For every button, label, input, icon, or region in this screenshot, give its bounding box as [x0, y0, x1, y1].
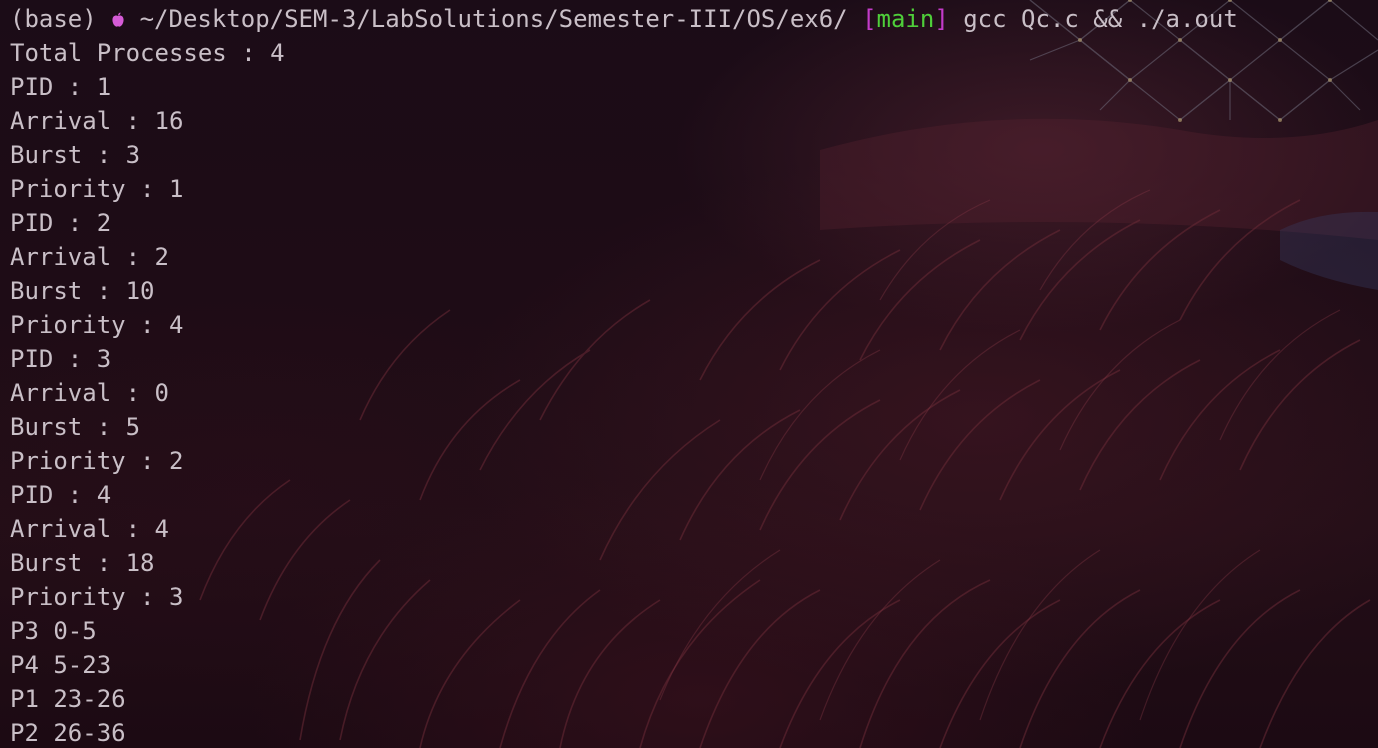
output-line: P2 26-36 [10, 719, 126, 747]
output-line: Burst : 3 [10, 141, 141, 169]
git-branch: main [876, 5, 935, 33]
output-line: Arrival : 2 [10, 243, 169, 271]
output-line: Arrival : 4 [10, 515, 169, 543]
output-line: Priority : 3 [10, 583, 184, 611]
output-line: Arrival : 16 [10, 107, 184, 135]
shell-prompt-line: (base) ~/Desktop/SEM-3/LabSolutions/Seme… [10, 2, 1368, 36]
output-line: PID : 2 [10, 209, 112, 237]
conda-env: (base) [10, 5, 97, 33]
output-line: PID : 4 [10, 481, 112, 509]
output-line: P1 23-26 [10, 685, 126, 713]
apple-icon [111, 5, 125, 33]
current-path: ~/Desktop/SEM-3/LabSolutions/Semester-II… [139, 5, 848, 33]
output-line: Total Processes : 4 [10, 39, 285, 67]
output-line: Arrival : 0 [10, 379, 169, 407]
output-line: PID : 3 [10, 345, 112, 373]
branch-bracket-open: [ [862, 5, 877, 33]
output-line: PID : 1 [10, 73, 112, 101]
terminal-output: (base) ~/Desktop/SEM-3/LabSolutions/Seme… [10, 2, 1368, 748]
output-line: Burst : 5 [10, 413, 141, 441]
output-line: Priority : 4 [10, 311, 184, 339]
output-line: Priority : 1 [10, 175, 184, 203]
output-line: Burst : 18 [10, 549, 155, 577]
branch-bracket-close: ] [934, 5, 949, 33]
output-line: Burst : 10 [10, 277, 155, 305]
command-text: gcc Qc.c && ./a.out [963, 5, 1238, 33]
output-line: P4 5-23 [10, 651, 112, 679]
output-line: Priority : 2 [10, 447, 184, 475]
output-line: P3 0-5 [10, 617, 97, 645]
